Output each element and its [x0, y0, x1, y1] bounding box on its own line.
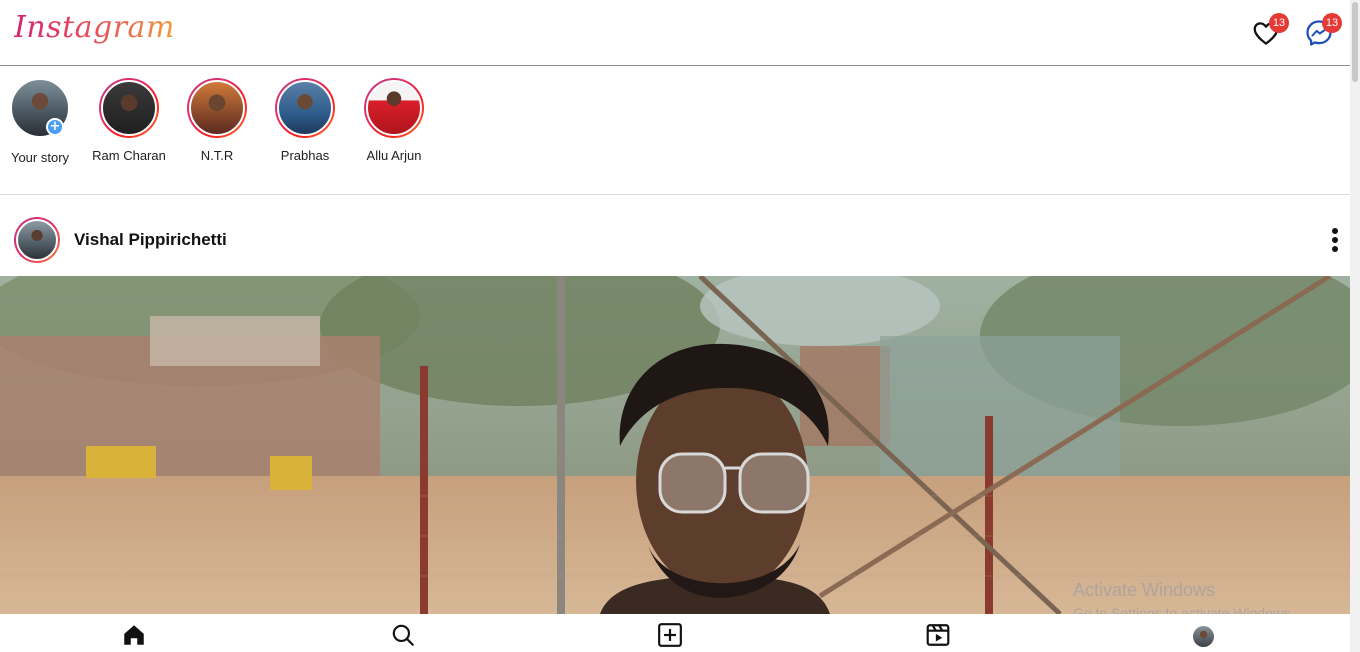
instagram-logo[interactable]: Instagram: [14, 10, 175, 45]
avatar: [189, 80, 245, 136]
home-button[interactable]: [121, 622, 147, 648]
more-vertical-icon: [1325, 228, 1345, 252]
top-header: Instagram 13 13: [0, 0, 1350, 66]
post-image[interactable]: [0, 276, 1350, 614]
avatar: [16, 219, 58, 261]
messages-badge: 13: [1322, 13, 1342, 33]
story-label: Ram Charan: [92, 148, 166, 163]
page-scrollbar[interactable]: [1350, 0, 1360, 652]
post-photo-illustration: [0, 276, 1350, 614]
post-options-button[interactable]: [1325, 228, 1345, 256]
story-label: N.T.R: [200, 148, 234, 163]
stories-tray: + Your story Ram Charan N.T.R Prabhas Al…: [0, 66, 1350, 195]
story-allu-arjun[interactable]: Allu Arjun: [350, 78, 438, 163]
notifications-button[interactable]: 13: [1251, 13, 1289, 48]
reels-icon: [926, 624, 950, 646]
add-story-icon[interactable]: +: [46, 118, 64, 136]
instagram-app: Instagram 13 13 + Your story Ram Charan …: [0, 0, 1360, 652]
story-ring: [187, 78, 247, 138]
story-ntr[interactable]: N.T.R: [173, 78, 261, 163]
messages-button[interactable]: 13: [1304, 13, 1342, 48]
avatar: [277, 80, 333, 136]
story-ring: [364, 78, 424, 138]
story-label: Prabhas: [280, 148, 330, 163]
post-header: Vishal Pippirichetti: [0, 196, 1350, 276]
story-ring: [99, 78, 159, 138]
post-username[interactable]: Vishal Pippirichetti: [74, 230, 227, 250]
create-post-button[interactable]: [657, 622, 683, 648]
story-label: Allu Arjun: [366, 148, 422, 163]
notifications-badge: 13: [1269, 13, 1289, 33]
story-your-story[interactable]: + Your story: [0, 78, 84, 165]
avatar: [101, 80, 157, 136]
reels-button[interactable]: [925, 622, 951, 648]
scrollbar-thumb[interactable]: [1352, 2, 1358, 82]
profile-avatar[interactable]: [1193, 626, 1214, 647]
bottom-navigation: [0, 614, 1350, 652]
activate-windows-title: Activate Windows: [1073, 580, 1216, 600]
post-author-avatar[interactable]: [14, 217, 60, 263]
story-prabhas[interactable]: Prabhas: [261, 78, 349, 163]
create-post-icon: [658, 623, 682, 647]
story-ring: [275, 78, 335, 138]
story-ram-charan[interactable]: Ram Charan: [85, 78, 173, 163]
story-label: Your story: [10, 150, 70, 165]
avatar: [366, 80, 422, 136]
search-button[interactable]: [390, 622, 416, 648]
search-icon: [392, 624, 414, 646]
home-icon: [124, 625, 144, 645]
